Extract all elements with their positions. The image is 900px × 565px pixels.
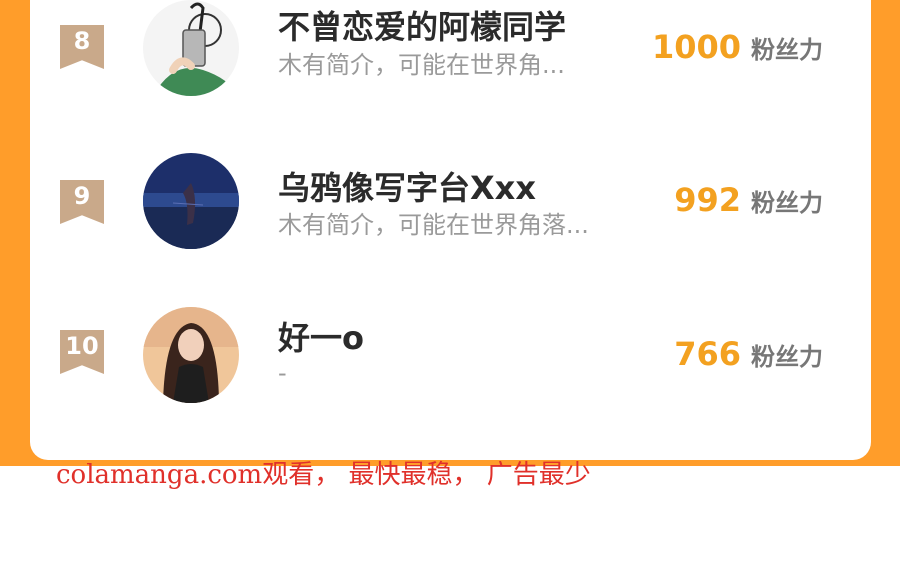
user-bio: 木有简介，可能在世界角...: [278, 51, 565, 79]
fans-count: 766: [674, 335, 741, 373]
user-bio: 木有简介，可能在世界角落...: [278, 211, 589, 239]
ranking-card: 8 不曾恋爱的阿檬同学 木有简介，可能在世界角... 1000 粉丝力 9 乌鸦…: [30, 0, 871, 460]
fans-count: 992: [674, 181, 741, 219]
avatar[interactable]: [143, 153, 239, 249]
ranking-row-9[interactable]: 9 乌鸦像写字台Xxx 木有简介，可能在世界角落... 992 粉丝力: [30, 143, 871, 263]
fans-power: 992 粉丝力: [674, 181, 823, 219]
user-bio: -: [278, 359, 287, 387]
site-watermark: colamanga.com观看， 最快最稳， 广告最少: [56, 460, 591, 490]
rank-number: 10: [65, 332, 99, 360]
fans-label: 粉丝力: [751, 189, 823, 217]
fans-power: 1000 粉丝力: [652, 28, 823, 66]
user-name: 不曾恋爱的阿檬同学: [278, 8, 567, 46]
rank-badge-9: 9: [60, 180, 104, 224]
fans-label: 粉丝力: [751, 36, 823, 64]
portrait-avatar-icon: [143, 307, 239, 403]
ranking-row-8[interactable]: 8 不曾恋爱的阿檬同学 木有简介，可能在世界角... 1000 粉丝力: [30, 0, 871, 110]
user-name: 乌鸦像写字台Xxx: [278, 169, 536, 207]
ocean-photo-avatar-icon: [143, 153, 239, 249]
fans-count: 1000: [651, 28, 741, 66]
avatar[interactable]: [143, 0, 239, 96]
rank-badge-8: 8: [60, 25, 104, 69]
avatar[interactable]: [143, 307, 239, 403]
fans-label: 粉丝力: [751, 343, 823, 371]
ranking-row-10[interactable]: 10 好一o - 766 粉丝力: [30, 297, 871, 417]
rank-badge-10: 10: [60, 330, 104, 374]
rank-number: 8: [73, 27, 91, 55]
rank-number: 9: [73, 182, 91, 210]
user-name: 好一o: [278, 319, 364, 357]
person-selfie-avatar-icon: [143, 0, 239, 96]
fans-power: 766 粉丝力: [674, 335, 823, 373]
